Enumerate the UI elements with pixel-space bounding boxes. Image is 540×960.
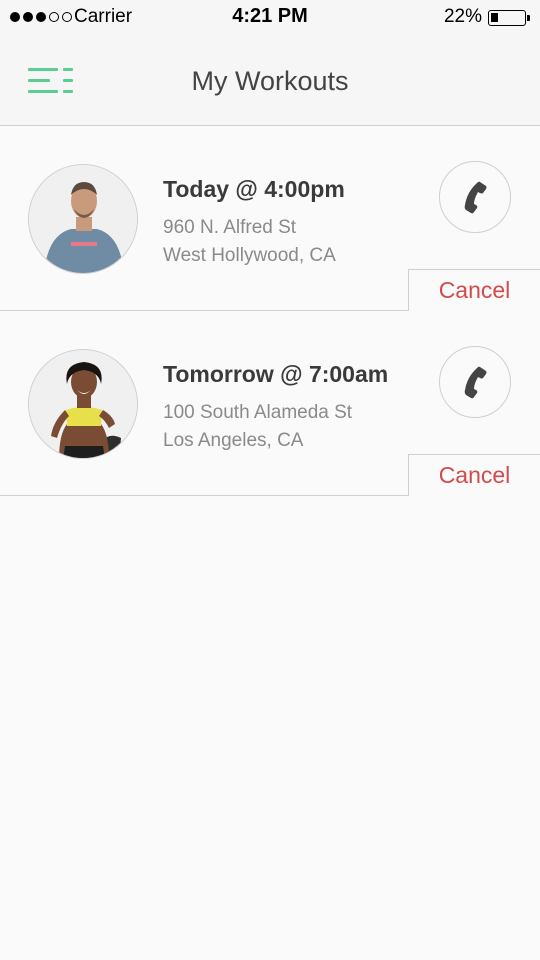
phone-icon (464, 366, 487, 399)
workout-address-line2: West Hollywood, CA (163, 245, 336, 266)
page-title: My Workouts (191, 66, 349, 96)
status-bar: Carrier 4:21 PM 22% (0, 0, 540, 36)
nav-bar: My Workouts (0, 36, 540, 126)
workout-address-line2: Los Angeles, CA (163, 430, 304, 451)
workout-time: Tomorrow @ 7:00am (163, 361, 389, 387)
instructor-avatar (28, 164, 138, 274)
workout-address-line1: 100 South Alameda St (163, 402, 353, 423)
workout-item: Tomorrow @ 7:00am 100 South Alameda St L… (0, 311, 540, 496)
cancel-button[interactable]: Cancel (408, 269, 540, 311)
cancel-button[interactable]: Cancel (408, 454, 540, 496)
call-button[interactable] (439, 161, 511, 233)
phone-icon (464, 181, 487, 214)
workout-item: Today @ 4:00pm 960 N. Alfred St West Hol… (0, 126, 540, 311)
workout-address-line1: 960 N. Alfred St (163, 217, 297, 238)
instructor-avatar-female-icon (29, 350, 137, 458)
battery-icon (488, 10, 530, 26)
workout-time: Today @ 4:00pm (163, 176, 345, 202)
instructor-avatar-male-icon (29, 165, 137, 273)
battery-level (491, 13, 498, 22)
instructor-avatar (28, 349, 138, 459)
battery-percentage: 22% (443, 6, 482, 27)
call-button[interactable] (439, 346, 511, 418)
